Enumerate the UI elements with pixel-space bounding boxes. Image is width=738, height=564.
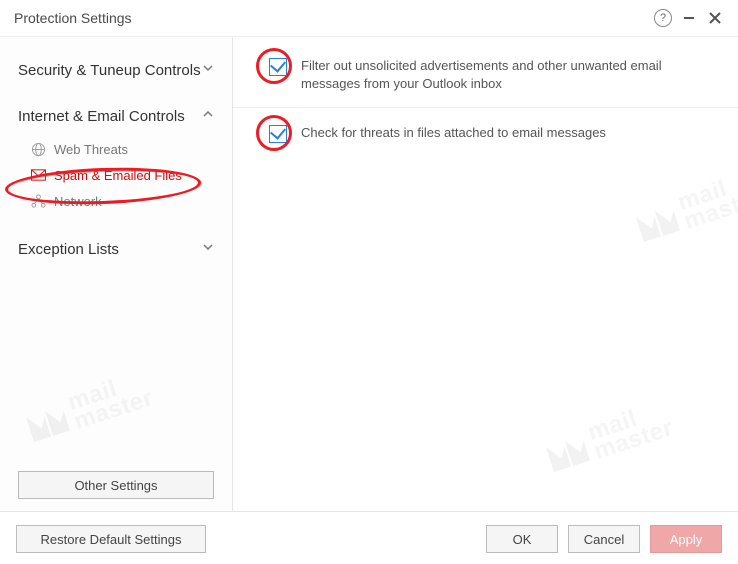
sidebar-group-security[interactable]: Security & Tuneup Controls <box>0 55 232 87</box>
option-label: Filter out unsolicited advertisements an… <box>301 57 714 93</box>
close-icon <box>708 11 722 25</box>
checkbox-attachment-scan[interactable] <box>269 125 287 143</box>
sidebar-group-label: Internet & Email Controls <box>18 107 202 127</box>
watermark: mailmaster <box>630 168 738 248</box>
cancel-button[interactable]: Cancel <box>568 525 640 553</box>
restore-defaults-button[interactable]: Restore Default Settings <box>16 525 206 553</box>
mail-icon <box>30 167 46 183</box>
other-settings-button[interactable]: Other Settings <box>18 471 214 499</box>
option-spam-filter: Filter out unsolicited advertisements an… <box>233 37 738 108</box>
watermark: mailmaster <box>540 398 676 478</box>
sidebar-item-web-threats[interactable]: Web Threats <box>0 136 232 162</box>
minimize-icon <box>682 11 696 25</box>
sidebar-item-label: Network <box>54 194 102 209</box>
chevron-down-icon <box>202 241 214 258</box>
window-body: Security & Tuneup Controls Internet & Em… <box>0 36 738 511</box>
sidebar-item-network[interactable]: Network <box>0 188 232 214</box>
sidebar-subitems: Web Threats Spam & Emailed Files Network <box>0 132 232 224</box>
sidebar-group-label: Security & Tuneup Controls <box>18 61 202 81</box>
sidebar-group-exceptions[interactable]: Exception Lists <box>0 234 232 266</box>
window-title: Protection Settings <box>14 10 132 26</box>
apply-button[interactable]: Apply <box>650 525 722 553</box>
globe-icon <box>30 141 46 157</box>
close-button[interactable] <box>702 5 728 31</box>
sidebar-item-label: Spam & Emailed Files <box>54 168 182 183</box>
sidebar-group-label: Exception Lists <box>18 240 202 260</box>
titlebar: Protection Settings ? <box>0 0 738 36</box>
minimize-button[interactable] <box>676 5 702 31</box>
footer-bar: Restore Default Settings OK Cancel Apply <box>0 511 738 564</box>
help-icon: ? <box>654 9 672 27</box>
sidebar-group-internet[interactable]: Internet & Email Controls <box>0 101 232 133</box>
sidebar-item-spam[interactable]: Spam & Emailed Files <box>0 162 232 188</box>
ok-button[interactable]: OK <box>486 525 558 553</box>
chevron-up-icon <box>202 108 214 125</box>
option-label: Check for threats in files attached to e… <box>301 124 606 142</box>
checkbox-spam-filter[interactable] <box>269 58 287 76</box>
sidebar-item-label: Web Threats <box>54 142 128 157</box>
protection-settings-window: Protection Settings ? Security & Tuneup … <box>0 0 738 564</box>
help-button[interactable]: ? <box>650 5 676 31</box>
option-attachment-scan: Check for threats in files attached to e… <box>233 108 738 157</box>
network-icon <box>30 193 46 209</box>
content-panel: mailmaster mailmaster mailmaster Filter … <box>233 37 738 511</box>
sidebar: Security & Tuneup Controls Internet & Em… <box>0 37 233 511</box>
chevron-down-icon <box>202 62 214 79</box>
